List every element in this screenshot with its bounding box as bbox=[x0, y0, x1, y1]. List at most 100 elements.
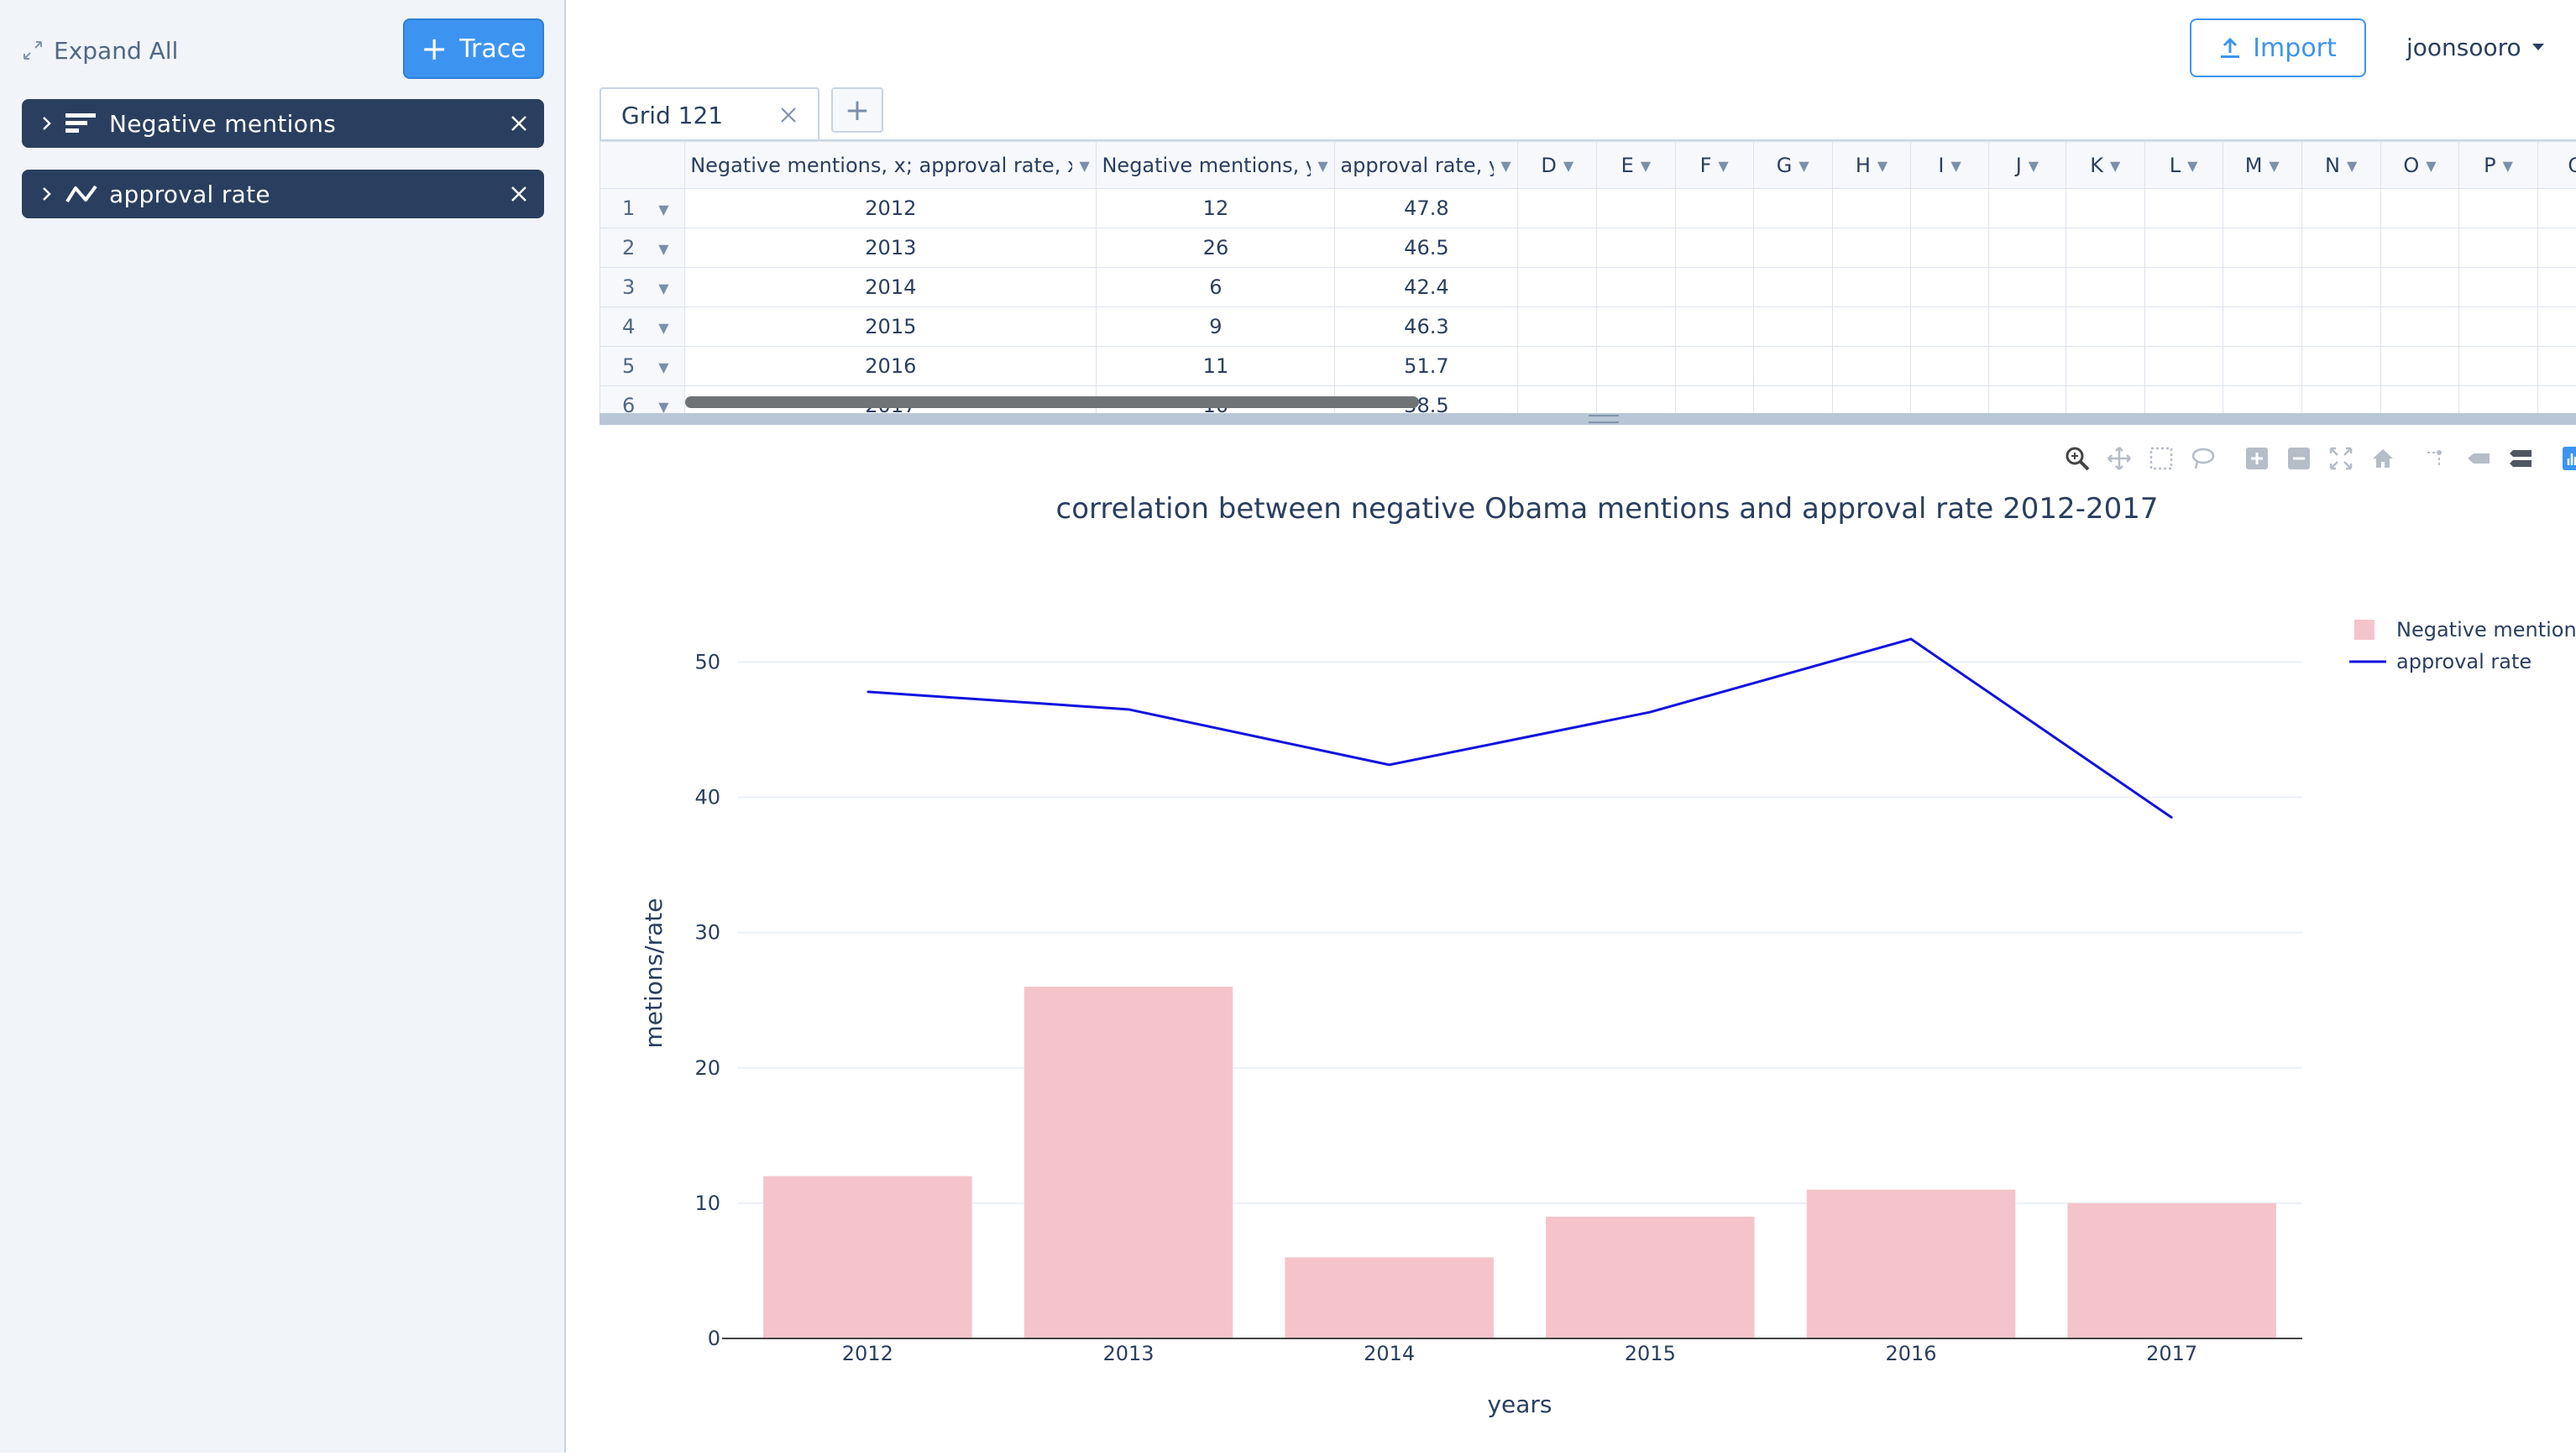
zoom-icon[interactable] bbox=[2060, 442, 2094, 475]
row-number[interactable]: 6▼ bbox=[600, 386, 685, 414]
column-header[interactable]: O▼ bbox=[2380, 142, 2459, 189]
grid-cell-empty[interactable] bbox=[1988, 307, 2066, 347]
column-header[interactable]: P▼ bbox=[2459, 142, 2537, 189]
pan-icon[interactable] bbox=[2102, 442, 2136, 475]
grid-cell-empty[interactable] bbox=[2223, 307, 2301, 347]
grid-cell-empty[interactable] bbox=[2459, 268, 2537, 307]
grid-cell[interactable]: 12 bbox=[1097, 189, 1335, 228]
grid-resize-bar[interactable] bbox=[599, 413, 2576, 425]
line-series-approval-rate[interactable] bbox=[867, 639, 2171, 818]
grid-cell-empty[interactable] bbox=[1518, 268, 1597, 307]
grid-cell[interactable]: 46.5 bbox=[1335, 228, 1518, 268]
grid-cell[interactable]: 51.7 bbox=[1335, 347, 1518, 386]
grid-cell-empty[interactable] bbox=[2537, 386, 2576, 414]
grid-cell-empty[interactable] bbox=[2223, 386, 2301, 414]
column-header[interactable]: I▼ bbox=[1911, 142, 1988, 189]
grid-cell-empty[interactable] bbox=[2066, 228, 2144, 268]
grid-cell-empty[interactable] bbox=[2066, 268, 2144, 307]
grid-cell-empty[interactable] bbox=[2144, 307, 2223, 347]
close-icon[interactable] bbox=[494, 99, 544, 148]
grid-cell-empty[interactable] bbox=[2066, 347, 2144, 386]
column-header[interactable]: G▼ bbox=[1753, 142, 1832, 189]
grid-cell-empty[interactable] bbox=[1832, 189, 1911, 228]
zoom-out-icon[interactable] bbox=[2282, 442, 2316, 475]
grid-cell-empty[interactable] bbox=[1597, 189, 1675, 228]
spike-lines-icon[interactable] bbox=[2420, 442, 2453, 475]
grid-cell-empty[interactable] bbox=[2301, 189, 2380, 228]
caret-down-icon[interactable]: ▼ bbox=[2269, 158, 2279, 174]
import-button[interactable]: Import bbox=[2190, 18, 2366, 77]
bar-mark[interactable] bbox=[1546, 1217, 1755, 1338]
grid-cell-empty[interactable] bbox=[2537, 307, 2576, 347]
line-point[interactable] bbox=[867, 691, 868, 693]
table-row[interactable]: 4▼2015946.3 bbox=[600, 307, 2576, 347]
grid-cell-empty[interactable] bbox=[2144, 189, 2223, 228]
grid-cell-empty[interactable] bbox=[1518, 228, 1597, 268]
grid-cell-empty[interactable] bbox=[1753, 347, 1832, 386]
grid-cell-empty[interactable] bbox=[1753, 228, 1832, 268]
grid-cell-empty[interactable] bbox=[2066, 386, 2144, 414]
chevron-right-icon[interactable] bbox=[29, 115, 65, 132]
bar-mark[interactable] bbox=[763, 1176, 972, 1338]
grid-cell-empty[interactable] bbox=[1518, 189, 1597, 228]
row-number[interactable]: 1▼ bbox=[600, 189, 685, 228]
grid-cell[interactable]: 2016 bbox=[685, 347, 1097, 386]
grid-cell-empty[interactable] bbox=[2301, 386, 2380, 414]
grid-cell-empty[interactable] bbox=[1832, 347, 1911, 386]
grid-cell[interactable]: 26 bbox=[1097, 228, 1335, 268]
caret-down-icon[interactable]: ▼ bbox=[658, 359, 668, 375]
table-row[interactable]: 1▼20121247.8 bbox=[600, 189, 2576, 228]
column-header[interactable]: E▼ bbox=[1597, 142, 1675, 189]
grid-cell-empty[interactable] bbox=[2380, 189, 2459, 228]
close-tab-icon[interactable] bbox=[779, 106, 798, 124]
grid-cell-empty[interactable] bbox=[1832, 268, 1911, 307]
horizontal-scrollbar[interactable] bbox=[685, 396, 1419, 408]
grid-cell[interactable]: 2012 bbox=[685, 189, 1097, 228]
grid-cell[interactable]: 11 bbox=[1097, 347, 1335, 386]
grid-cell-empty[interactable] bbox=[2301, 268, 2380, 307]
chevron-right-icon[interactable] bbox=[29, 186, 65, 202]
line-point[interactable] bbox=[2171, 817, 2173, 819]
legend-swatch-bar[interactable] bbox=[2354, 620, 2374, 640]
close-icon[interactable] bbox=[494, 170, 544, 218]
caret-down-icon[interactable]: ▼ bbox=[658, 241, 668, 257]
legend-label[interactable]: Negative mentions bbox=[2396, 618, 2576, 642]
grid-cell-empty[interactable] bbox=[1988, 347, 2066, 386]
caret-down-icon[interactable]: ▼ bbox=[1798, 158, 1809, 174]
row-number[interactable]: 2▼ bbox=[600, 228, 685, 268]
grid-cell-empty[interactable] bbox=[1597, 386, 1675, 414]
grid-cell-empty[interactable] bbox=[2144, 228, 2223, 268]
grid-cell-empty[interactable] bbox=[1518, 386, 1597, 414]
caret-down-icon[interactable]: ▼ bbox=[2110, 158, 2120, 174]
caret-down-icon[interactable]: ▼ bbox=[658, 202, 668, 217]
grid-cell-empty[interactable] bbox=[1753, 307, 1832, 347]
hover-closest-icon[interactable] bbox=[2462, 442, 2495, 475]
column-header[interactable]: Negative mentions, y▼ bbox=[1097, 142, 1335, 189]
chart-area[interactable]: 01020304050201220132014201520162017years… bbox=[599, 537, 2576, 1453]
grid-cell-empty[interactable] bbox=[1597, 347, 1675, 386]
caret-down-icon[interactable]: ▼ bbox=[658, 320, 668, 336]
grid-cell-empty[interactable] bbox=[1911, 268, 1988, 307]
row-number[interactable]: 3▼ bbox=[600, 268, 685, 307]
caret-down-icon[interactable]: ▼ bbox=[1950, 158, 1961, 174]
table-row[interactable]: 5▼20161151.7 bbox=[600, 347, 2576, 386]
column-header[interactable]: D▼ bbox=[1518, 142, 1597, 189]
caret-down-icon[interactable]: ▼ bbox=[1317, 158, 1327, 174]
grid-cell[interactable]: 42.4 bbox=[1335, 268, 1518, 307]
grid-cell-empty[interactable] bbox=[1832, 307, 1911, 347]
line-point[interactable] bbox=[1128, 709, 1129, 710]
grid-cell-empty[interactable] bbox=[1988, 268, 2066, 307]
column-header[interactable]: Negative mentions, x; approval rate, x▼ bbox=[685, 142, 1097, 189]
grid-cell-empty[interactable] bbox=[1911, 189, 1988, 228]
grid-cell-empty[interactable] bbox=[2380, 386, 2459, 414]
grid-cell-empty[interactable] bbox=[2223, 268, 2301, 307]
grid-cell-empty[interactable] bbox=[2380, 307, 2459, 347]
lasso-select-icon[interactable] bbox=[2186, 442, 2220, 475]
grid-cell-empty[interactable] bbox=[1911, 307, 1988, 347]
grid-cell-empty[interactable] bbox=[2144, 268, 2223, 307]
grid-cell-empty[interactable] bbox=[1597, 268, 1675, 307]
grid-cell[interactable]: 2014 bbox=[685, 268, 1097, 307]
table-row[interactable]: 3▼2014642.4 bbox=[600, 268, 2576, 307]
column-header[interactable]: N▼ bbox=[2301, 142, 2380, 189]
row-number[interactable]: 5▼ bbox=[600, 347, 685, 386]
